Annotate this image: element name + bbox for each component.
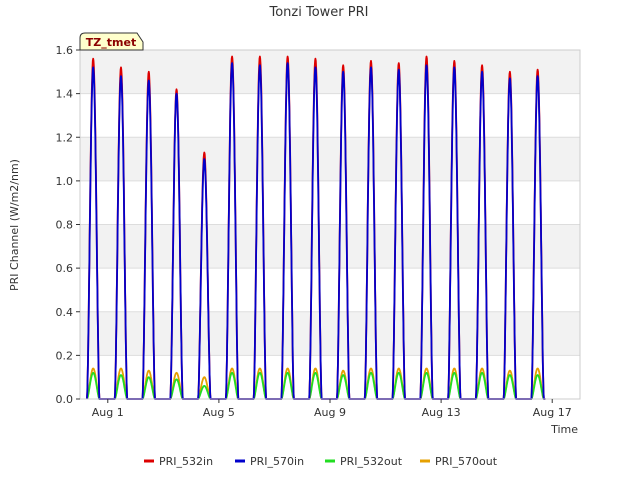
site-badge: TZ_tmet	[79, 32, 144, 51]
site-badge-label: TZ_tmet	[86, 36, 136, 49]
y-tick-label: 0.4	[56, 306, 74, 319]
y-axis-ticks: 0.0 0.2 0.4 0.6 0.8 1.0 1.2 1.4 1.6	[56, 44, 80, 406]
y-tick-label: 0.8	[56, 219, 74, 232]
x-tick-label: Aug 1	[92, 406, 124, 419]
legend-label: PRI_532out	[340, 455, 403, 468]
y-tick-label: 1.4	[56, 88, 74, 101]
y-tick-label: 1.0	[56, 175, 74, 188]
y-tick-label: 1.2	[56, 131, 74, 144]
x-tick-label: Aug 13	[422, 406, 461, 419]
y-tick-label: 1.6	[56, 44, 74, 57]
background-band	[80, 50, 580, 94]
y-axis-label: PRI Channel (W/m2/nm)	[8, 159, 21, 291]
legend-label: PRI_570out	[435, 455, 498, 468]
chart: Tonzi Tower PRI 0.0 0.2 0.4 0.6 0.8 1.0 1.2 1.4…	[8, 5, 581, 468]
legend: PRI_532in PRI_570in PRI_532out PRI_570out	[144, 455, 498, 468]
x-tick-label: Aug 9	[314, 406, 346, 419]
x-axis-ticks: Aug 1 Aug 5 Aug 9 Aug 13 Aug 17	[92, 399, 572, 419]
y-tick-label: 0.2	[56, 349, 74, 362]
background-band	[80, 137, 580, 181]
y-tick-label: 0.0	[56, 393, 74, 406]
x-axis-label: Time	[550, 423, 578, 436]
background-band	[80, 224, 580, 269]
y-tick-label: 0.6	[56, 262, 74, 275]
legend-label: PRI_570in	[250, 455, 304, 468]
background-band	[80, 180, 580, 225]
chart-title: Tonzi Tower PRI	[269, 5, 369, 20]
legend-label: PRI_532in	[159, 455, 213, 468]
background-band	[80, 93, 580, 138]
x-tick-label: Aug 17	[533, 406, 572, 419]
x-tick-label: Aug 5	[203, 406, 235, 419]
